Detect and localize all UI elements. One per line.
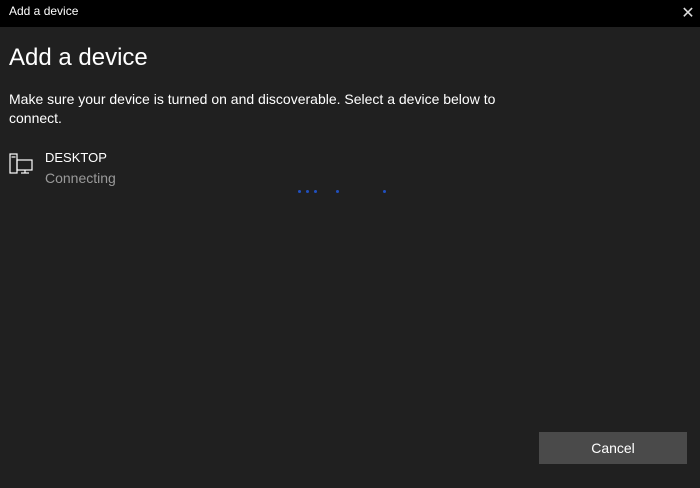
- page-title: Add a device: [9, 44, 148, 71]
- cancel-button[interactable]: Cancel: [539, 432, 687, 464]
- progress-dot: [383, 190, 386, 193]
- close-icon[interactable]: ✕: [676, 0, 700, 27]
- device-status: Connecting: [45, 170, 116, 186]
- progress-dot: [298, 190, 301, 193]
- window-title: Add a device: [9, 4, 79, 18]
- desktop-icon: [9, 153, 33, 174]
- progress-dot: [314, 190, 317, 193]
- title-bar: Add a device ✕: [0, 0, 700, 27]
- description: Make sure your device is turned on and d…: [9, 91, 496, 126]
- device-name: DESKTOP: [45, 150, 107, 165]
- progress-dot: [306, 190, 309, 193]
- progress-dot: [336, 190, 339, 193]
